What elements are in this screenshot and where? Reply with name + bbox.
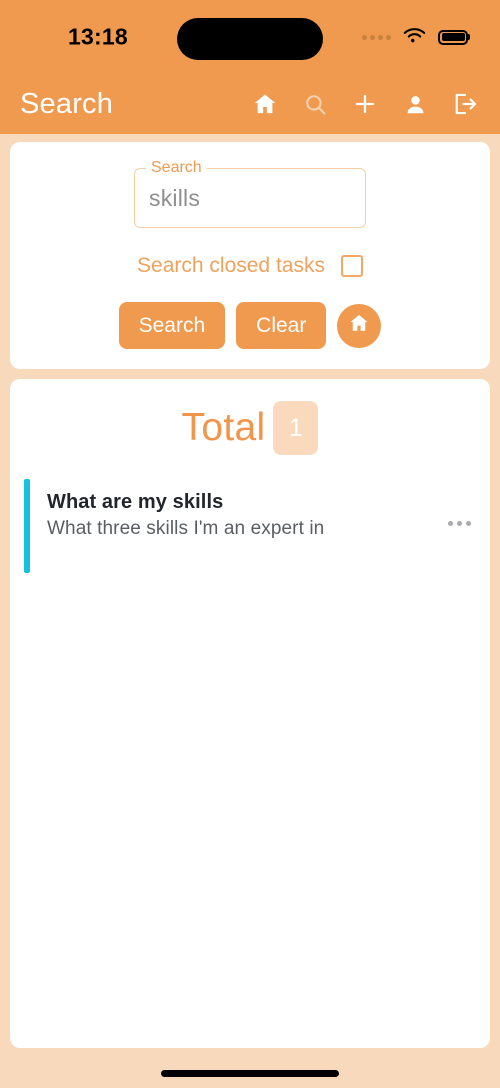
wifi-icon [403,26,426,48]
page-title: Search [20,87,114,120]
task-more-button[interactable] [428,479,490,573]
phone-screen: 13:18 Search skills Search Search closed… [0,0,500,1088]
total-count-badge: 1 [273,401,319,455]
signal-dots-icon [362,34,391,40]
dynamic-island [177,18,323,60]
task-list: What are my skills What three skills I'm… [10,479,490,573]
status-indicators [362,26,468,48]
task-subtitle: What three skills I'm an expert in [47,518,325,539]
home-indicator[interactable] [161,1069,339,1077]
status-bar: 13:18 [0,0,500,74]
search-input-value: skills [149,184,201,211]
status-time: 13:18 [68,23,128,50]
home-icon[interactable] [252,91,278,117]
total-row: Total 1 [10,401,490,479]
home-icon [348,312,370,339]
task-content: What are my skills What three skills I'm… [30,479,428,573]
closed-tasks-row: Search closed tasks [24,254,476,278]
home-indicator-area [0,1058,500,1088]
battery-full-icon [438,29,468,45]
more-horizontal-icon [447,521,471,526]
search-button[interactable]: Search [118,302,226,349]
closed-tasks-checkbox[interactable] [340,255,363,277]
task-title: What are my skills [47,491,224,513]
content-area: skills Search Search closed tasks Search… [0,134,500,1058]
search-field-label: Search [146,158,207,178]
plus-icon[interactable] [352,91,378,117]
total-label: Total [181,406,266,449]
app-bar-actions [252,91,482,117]
search-icon[interactable] [302,91,328,117]
closed-tasks-label: Search closed tasks [137,254,325,277]
person-icon[interactable] [402,91,428,117]
search-actions-row: Search Clear [24,302,476,349]
results-card: Total 1 What are my skills What three sk… [10,379,490,1048]
clear-button[interactable]: Clear [236,302,327,349]
search-card: skills Search Search closed tasks Search… [10,142,490,369]
task-row[interactable]: What are my skills What three skills I'm… [10,479,490,573]
app-bar: Search [0,74,500,134]
search-field-wrapper: skills Search [134,158,366,228]
logout-icon[interactable] [452,91,478,117]
home-fab-button[interactable] [337,303,382,348]
